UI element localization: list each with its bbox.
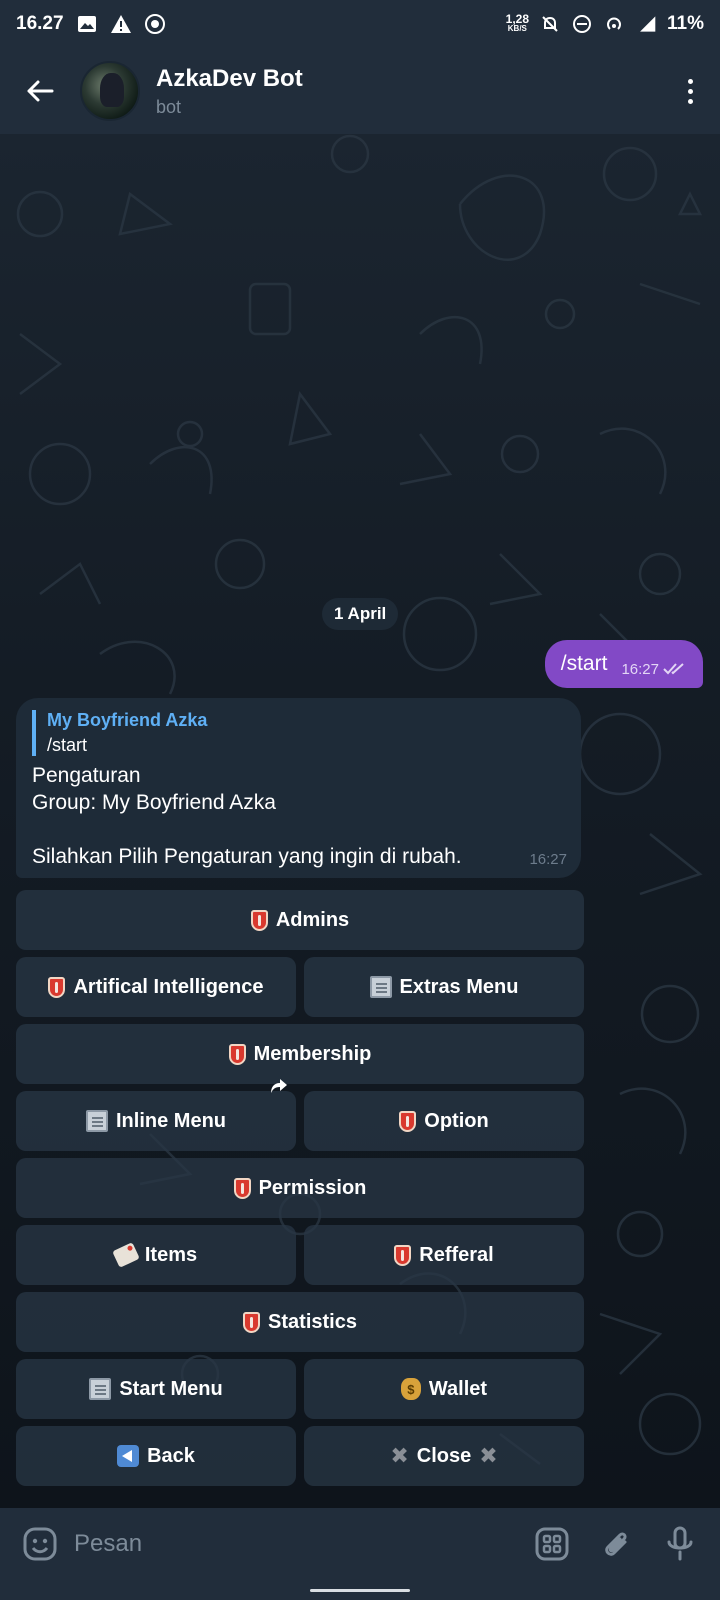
outgoing-message-text: /start [560,652,608,675]
chat-area[interactable]: 1 April /start 16:27 My Boyfriend Azka /… [0,134,720,1508]
hotspot-icon [603,13,625,35]
chat-title: AzkaDev Bot [156,64,303,92]
document-icon [86,1110,108,1132]
mute-bell-icon [539,13,561,35]
message-input-bar: Pesan [0,1508,720,1580]
shield-icon [48,976,66,998]
artificial-intelligence-button[interactable]: Artifical Intelligence [16,957,296,1017]
message-input[interactable]: Pesan [74,1530,508,1558]
avatar[interactable] [80,61,140,121]
incoming-message-time: 16:27 [529,851,567,868]
outgoing-message[interactable]: /start 16:27 [544,640,703,688]
warning-icon [110,13,132,35]
back-triangle-icon [117,1445,140,1467]
more-vertical-icon [687,78,693,104]
chat-header: AzkaDev Bot bot [0,48,720,134]
date-separator: 1 April [322,598,399,630]
back-button[interactable]: Back [16,1426,296,1486]
attach-paperclip-icon[interactable] [596,1524,636,1564]
back-arrow-button[interactable] [0,48,80,134]
permission-button[interactable]: Permission [16,1158,584,1218]
membership-button[interactable]: Membership [16,1024,584,1084]
reply-quote[interactable]: My Boyfriend Azka /start [32,710,565,756]
bot-commands-icon[interactable] [532,1524,572,1564]
status-time: 16.27 [16,13,64,34]
chat-title-block[interactable]: AzkaDev Bot bot [156,65,303,118]
more-menu-button[interactable] [660,48,720,134]
reply-author: My Boyfriend Azka [47,710,208,730]
refferal-button[interactable]: Refferal [304,1225,584,1285]
close-x-icon: ✖ [390,1443,409,1468]
extras-menu-button[interactable]: Extras Menu [304,957,584,1017]
emoji-sticker-icon[interactable] [20,1524,60,1564]
reply-text: /start [47,735,88,755]
image-icon [76,13,98,35]
message-body: Pengaturan Group: My Boyfriend Azka Sila… [32,762,565,870]
double-check-icon [663,663,684,675]
net-speed: 1,28 KB/S [505,12,530,33]
incoming-message[interactable]: My Boyfriend Azka /start Pengaturan Grou… [16,698,581,878]
chat-subtitle: bot [156,96,182,117]
shield-icon [399,1110,417,1132]
money-bag-icon: $ [400,1378,421,1400]
outgoing-message-time: 16:27 [621,660,659,678]
share-arrow-icon [271,1079,287,1093]
system-nav-bar [0,1580,720,1600]
record-icon [144,13,166,35]
inline-menu-button[interactable]: Inline Menu [16,1091,296,1151]
shield-icon [228,1043,246,1065]
document-icon [369,976,392,998]
status-bar: 16.27 1,28 KB/S 11% [0,0,720,48]
message-line-2: Group: My Boyfriend Azka [32,791,276,814]
signal-icon [635,13,657,35]
message-line-1: Pengaturan [32,764,141,787]
option-button[interactable]: Option [304,1091,584,1151]
items-button[interactable]: Items [16,1225,296,1285]
shield-icon [243,1311,261,1333]
shield-icon [250,909,268,931]
arrow-left-icon [27,80,54,102]
tag-icon [112,1242,140,1268]
wallet-button[interactable]: $ Wallet [304,1359,584,1419]
close-button[interactable]: ✖ Close ✖ [304,1426,584,1486]
admins-button[interactable]: Admins [16,890,584,950]
document-icon [89,1378,112,1400]
close-x-icon: ✖ [479,1443,498,1468]
microphone-icon[interactable] [660,1524,700,1564]
start-menu-button[interactable]: Start Menu [16,1359,296,1419]
message-line-3: Silahkan Pilih Pengaturan yang ingin di … [32,845,462,868]
shield-icon [394,1244,412,1266]
statistics-button[interactable]: Statistics [16,1292,584,1352]
battery-level: 11% [667,13,704,34]
shield-icon [233,1177,251,1199]
outgoing-message-meta: 16:27 [621,661,687,678]
dnd-icon [571,13,593,35]
home-gesture-pill[interactable] [310,1589,410,1592]
